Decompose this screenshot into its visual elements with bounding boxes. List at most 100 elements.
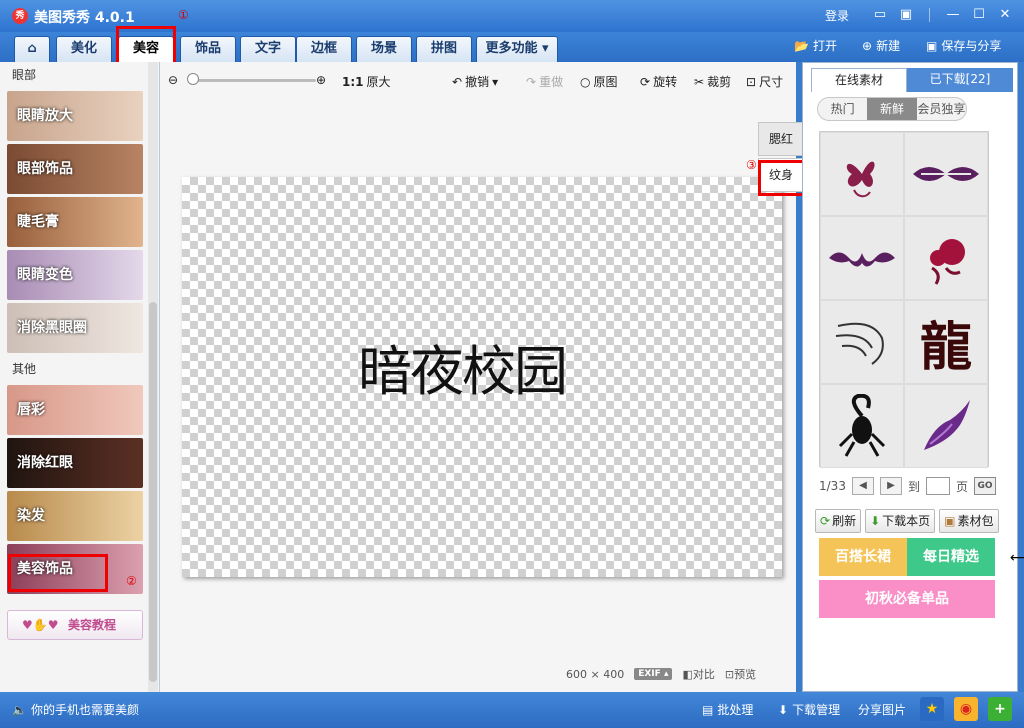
rotate-button[interactable]: ⟳ 旋转 [640, 73, 677, 90]
material-thumbnail[interactable] [904, 216, 988, 300]
download-manager-button[interactable]: ⬇ 下载管理 [778, 701, 840, 718]
image-canvas[interactable]: 暗夜校园 [182, 177, 782, 577]
scrollbar-thumb[interactable] [149, 302, 157, 682]
tab-downloaded[interactable]: 已下载[22] [907, 68, 1013, 92]
tab-online-materials[interactable]: 在线素材 [811, 68, 907, 92]
next-page-button[interactable]: ▶ [879, 477, 902, 495]
left-scrollbar[interactable] [148, 62, 158, 692]
refresh-button[interactable]: ⟳ 刷新 [815, 509, 862, 533]
material-thumbnail[interactable] [820, 216, 904, 300]
tab-blush[interactable]: 腮红 [758, 122, 804, 156]
undo-button[interactable]: ↶ 撤销 ▾ [452, 73, 498, 90]
material-thumbnail[interactable] [820, 300, 904, 384]
promo-autumn-essentials[interactable]: 初秋必备单品 [819, 580, 995, 618]
subtab-vip[interactable]: 会员独享 [917, 98, 966, 120]
zoom-slider[interactable] [190, 79, 316, 82]
message-icon[interactable]: ▭ [869, 6, 891, 24]
prev-page-button[interactable]: ◀ [851, 477, 874, 495]
home-icon: ⌂ [27, 41, 37, 56]
original-size-button[interactable]: 1:1 原大 [342, 73, 391, 90]
material-package-button[interactable]: ▣ 素材包 [939, 509, 999, 533]
material-thumbnail[interactable]: 龍 [904, 300, 988, 384]
qzone-star-icon[interactable]: ★ [920, 697, 944, 721]
crop-button[interactable]: ✂ 裁剪 [694, 73, 731, 90]
go-button[interactable]: GO [973, 477, 996, 495]
zoom-in-button[interactable]: ⊕ [316, 73, 326, 87]
tab-collage[interactable]: 拼图 [416, 36, 472, 62]
promo-long-skirt[interactable]: 百搭长裙 [819, 538, 907, 576]
save-icon: ▣ [926, 38, 938, 53]
promo-daily-picks[interactable]: 每日精选 [907, 538, 995, 576]
remove-red-eye-item[interactable]: 消除红眼 [7, 438, 143, 488]
eye-accessory-item[interactable]: 眼部饰品 [7, 144, 143, 194]
mascara-item[interactable]: 睫毛膏 [7, 197, 143, 247]
size-label: 尺寸 [759, 75, 784, 89]
tab-frame[interactable]: 边框 [296, 36, 352, 62]
subtab-new[interactable]: 新鲜 [867, 98, 917, 120]
resize-button[interactable]: ⊡ 尺寸 [746, 73, 783, 90]
scorpion-tattoo-icon [838, 394, 886, 457]
download-manager-label: 下载管理 [792, 703, 841, 717]
chevron-down-icon[interactable]: ▾ [492, 75, 498, 89]
batch-process-button[interactable]: ▤ 批处理 [702, 701, 753, 718]
material-thumbnail[interactable] [820, 132, 904, 216]
tribal-band-tattoo-icon [913, 167, 979, 181]
status-message[interactable]: 🔈 你的手机也需要美颜 [12, 701, 139, 718]
material-thumbnail[interactable] [904, 132, 988, 216]
lip-color-item[interactable]: 唇彩 [7, 385, 143, 435]
redo-button[interactable]: ↷ 重做 [526, 73, 563, 90]
login-link[interactable]: 登录 [825, 7, 849, 24]
zoom-out-button[interactable]: ⊖ [168, 73, 178, 87]
title-bar: 秀 美图秀秀 4.0.1 ① 登录 ▭ ▣ — ☐ ✕ [0, 0, 1024, 32]
subtab-hot[interactable]: 热门 [818, 98, 867, 120]
hair-dye-item[interactable]: 染发 [7, 491, 143, 541]
download-page-button[interactable]: ⬇ 下载本页 [865, 509, 936, 533]
beauty-accessory-item[interactable]: 美容饰品 [7, 544, 143, 594]
cosmetic-tutorial-button[interactable]: ♥✋♥ 美容教程 [7, 610, 143, 640]
tab-accessories[interactable]: 饰品 [180, 36, 236, 62]
item-label: 美容饰品 [17, 561, 73, 577]
dropdown-menu-icon[interactable]: ▣ [895, 6, 917, 24]
preview-button[interactable]: ⊡预览 [725, 666, 756, 682]
weibo-icon[interactable]: ◉ [954, 697, 978, 721]
save-share-button[interactable]: ▣ 保存与分享 [926, 37, 1001, 54]
new-button[interactable]: ⊕ 新建 [862, 37, 900, 54]
rotate-label: 旋转 [653, 75, 678, 89]
material-thumbnail[interactable] [820, 384, 904, 468]
exif-button[interactable]: EXIF ▴ [634, 668, 673, 680]
redo-icon: ↷ [526, 74, 537, 89]
promo-banner: 百搭长裙 每日精选 初秋必备单品 [819, 538, 997, 618]
maximize-button[interactable]: ☐ [968, 6, 990, 24]
eye-enlarge-item[interactable]: 眼睛放大 [7, 91, 143, 141]
crop-label: 裁剪 [707, 75, 732, 89]
tab-beautify[interactable]: 美化 [56, 36, 112, 62]
material-tabs: 在线素材 已下载[22] [803, 68, 1017, 92]
tab-text[interactable]: 文字 [240, 36, 296, 62]
canvas-info-bar: 600 × 400 EXIF ▴ ◧对比 ⊡预览 [566, 666, 756, 682]
close-button[interactable]: ✕ [994, 6, 1016, 24]
plus-circle-icon: ⊕ [862, 38, 873, 53]
refresh-icon: ⟳ [820, 514, 831, 528]
compare-icon: ◧ [682, 668, 693, 681]
material-thumbnail[interactable] [904, 384, 988, 468]
remove-dark-circles-item[interactable]: 消除黑眼圈 [7, 303, 143, 353]
preview-icon: ⊡ [724, 668, 735, 681]
material-actions: ⟳ 刷新 ⬇ 下载本页 ▣ 素材包 [815, 509, 999, 533]
arrow-left-icon: ⟵ [1010, 550, 1024, 566]
page-number-input[interactable] [925, 477, 950, 495]
tab-cosmetic[interactable]: 美容 [118, 36, 174, 62]
tab-scene[interactable]: 场景 [356, 36, 412, 62]
home-tab[interactable]: ⌂ [14, 36, 50, 62]
add-share-icon[interactable]: + [988, 697, 1012, 721]
original-image-button[interactable]: ○ 原图 [580, 73, 618, 90]
open-button[interactable]: 📂 打开 [794, 37, 837, 54]
compare-button[interactable]: ◧对比 [682, 666, 714, 682]
tab-more-features[interactable]: 更多功能 ▾ [476, 36, 558, 62]
tab-tattoo[interactable]: 纹身 [758, 158, 804, 192]
eye-color-item[interactable]: 眼睛变色 [7, 250, 143, 300]
zoom-slider-knob[interactable] [187, 73, 199, 85]
dragon-character: 龍 [919, 316, 972, 378]
open-label: 打开 [812, 39, 837, 53]
item-label: 眼部饰品 [17, 161, 73, 177]
minimize-button[interactable]: — [942, 6, 964, 24]
